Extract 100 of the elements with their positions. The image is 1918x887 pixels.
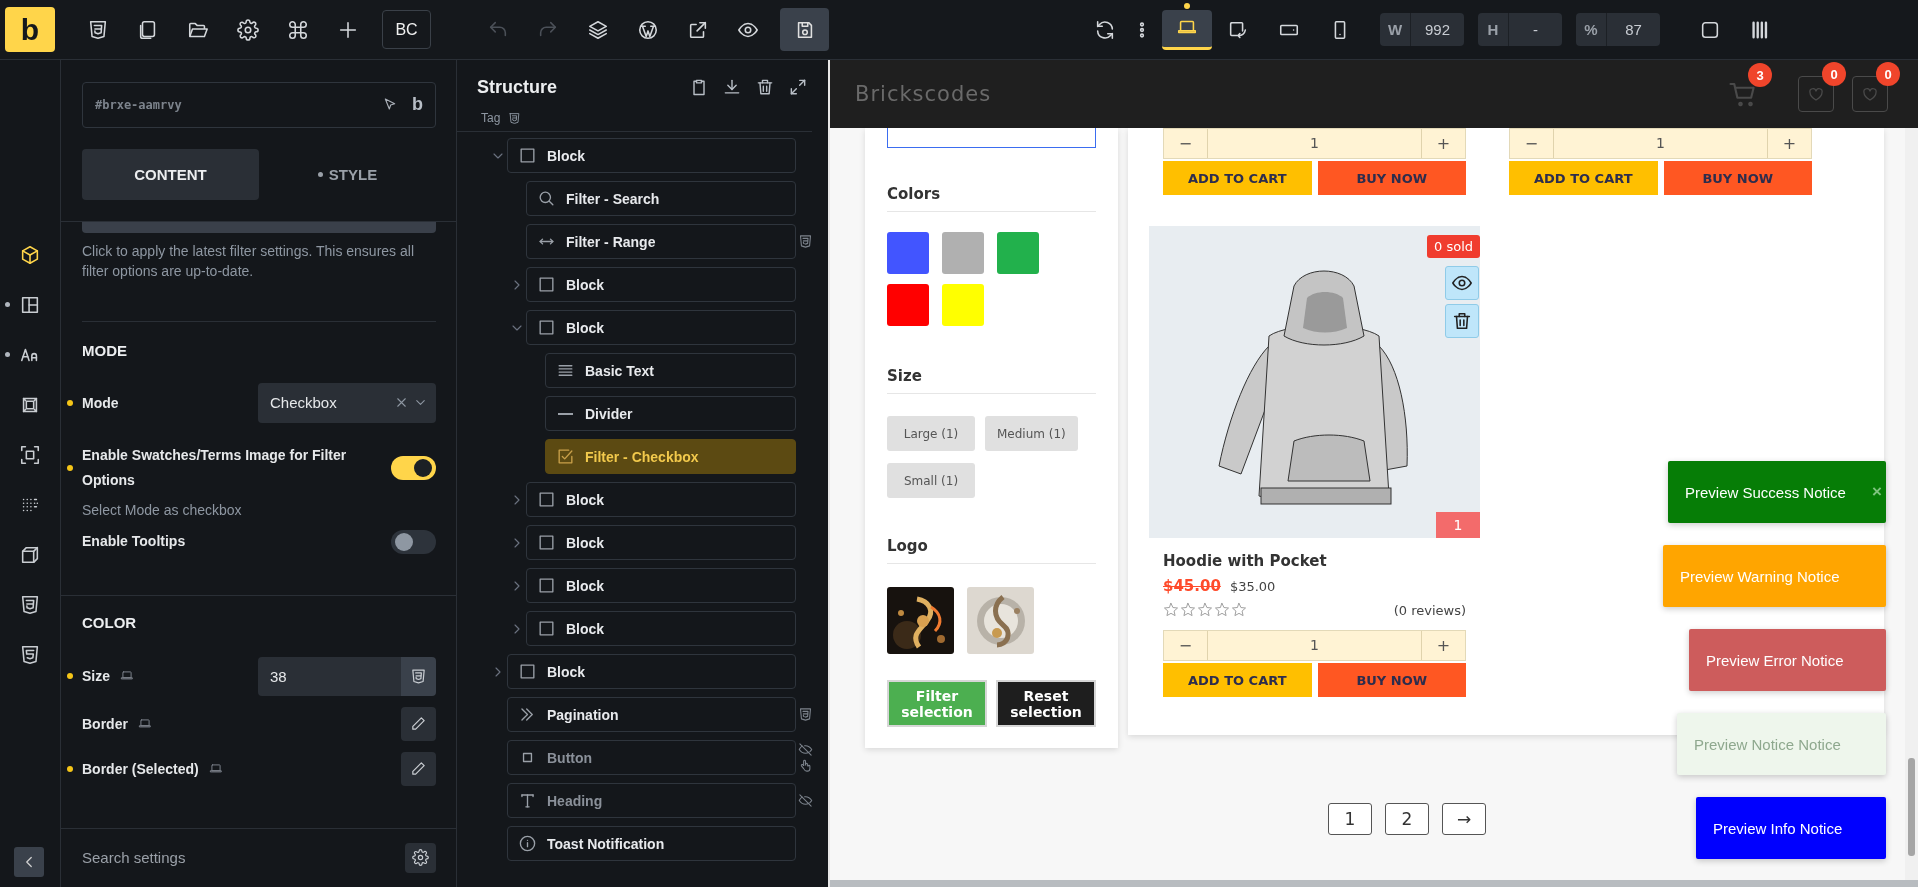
old-price: $45.00 (1163, 577, 1221, 595)
increase-button[interactable]: + (1422, 631, 1465, 660)
css-icon[interactable] (19, 594, 41, 616)
structure-item[interactable]: Block (526, 482, 796, 517)
structure-item[interactable]: Block (507, 654, 796, 689)
site-initials-button[interactable]: BC (382, 10, 431, 49)
notice-toast[interactable]: Preview Error Notice (1689, 629, 1886, 691)
increase-button[interactable]: + (1768, 129, 1811, 158)
size-option[interactable]: Small (1) (887, 463, 975, 498)
layers-icon[interactable] (587, 18, 609, 41)
buy-now-button[interactable]: BUY NOW (1317, 161, 1466, 195)
refresh-icon[interactable] (1094, 18, 1116, 41)
count-badge: 1 (1436, 512, 1480, 538)
remove-button[interactable] (1445, 304, 1479, 338)
structure-item[interactable]: Block (526, 267, 796, 302)
sizing-icon[interactable] (19, 444, 41, 466)
scrollbar[interactable] (1905, 128, 1918, 880)
structure-item[interactable]: Heading (507, 783, 796, 818)
review-count[interactable]: (0 reviews) (1393, 602, 1466, 618)
color-swatch[interactable] (942, 284, 984, 326)
structure-item[interactable]: Button (507, 740, 796, 775)
cube-icon[interactable] (19, 244, 41, 266)
page-button[interactable]: → (1442, 803, 1486, 835)
color-swatch[interactable] (997, 232, 1039, 274)
quick-view-button[interactable] (1445, 266, 1479, 300)
quantity-field[interactable]: 1 (1207, 631, 1422, 660)
css-icon (798, 707, 813, 722)
decrease-button[interactable]: − (1510, 129, 1553, 158)
dimension-field[interactable]: % 87 (1576, 13, 1660, 46)
structure-item[interactable]: Toast Notification (507, 826, 796, 861)
scrollbar[interactable] (830, 880, 1918, 887)
structure-item[interactable]: Divider (545, 396, 796, 431)
layout-icon[interactable] (19, 294, 41, 316)
product-title[interactable]: Hoodie with Pocket (1163, 551, 1466, 571)
size-input[interactable]: 38 (258, 656, 401, 696)
page-button[interactable]: 1 (1328, 803, 1372, 835)
collapse-button[interactable] (14, 847, 44, 877)
size-option[interactable]: Medium (1) (985, 416, 1078, 451)
decrease-button[interactable]: − (1164, 129, 1207, 158)
decrease-button[interactable]: − (1164, 631, 1207, 660)
color-swatch[interactable] (887, 232, 929, 274)
html-icon[interactable] (19, 644, 41, 666)
star-icon (1231, 602, 1247, 618)
expand-icon[interactable] (788, 77, 808, 97)
box-3d-icon[interactable] (19, 544, 41, 566)
modified-dot (5, 302, 10, 307)
toggle-switch[interactable] (391, 529, 436, 554)
mode-select[interactable]: Checkbox (258, 382, 436, 423)
increase-button[interactable]: + (1422, 129, 1465, 158)
structure-item[interactable]: Block (526, 568, 796, 603)
add-to-cart-button[interactable]: ADD TO CART (1163, 161, 1312, 195)
css-button[interactable] (401, 656, 436, 696)
structure-item[interactable]: Pagination (507, 697, 796, 732)
buy-now-button[interactable]: BUY NOW (1663, 161, 1812, 195)
structure-item[interactable]: Filter - Range (526, 224, 796, 259)
count-badge: 3 (1748, 63, 1772, 87)
save-button[interactable] (780, 8, 829, 51)
filter-button[interactable]: Reset selection (996, 680, 1096, 727)
quantity-field[interactable]: 1 (1553, 129, 1768, 158)
search-field[interactable] (887, 128, 1096, 148)
size-option[interactable]: Large (1) (887, 416, 975, 451)
structure-item[interactable]: Block (507, 138, 796, 173)
structure-item[interactable]: Basic Text (545, 353, 796, 388)
structure-item[interactable]: Filter - Checkbox (545, 439, 796, 474)
download-icon[interactable] (722, 77, 742, 97)
panel-tab[interactable]: CONTENT (82, 148, 259, 200)
structure-item[interactable]: Block (526, 525, 796, 560)
edit-button[interactable] (401, 706, 436, 741)
notice-toast[interactable]: Preview Info Notice (1696, 797, 1886, 859)
color-swatch[interactable] (942, 232, 984, 274)
search-settings-field[interactable]: Search settings (82, 849, 405, 867)
pointer-icon (382, 96, 398, 113)
add-to-cart-button[interactable]: ADD TO CART (1163, 663, 1312, 697)
color-swatch[interactable] (887, 284, 929, 326)
add-to-cart-button[interactable]: ADD TO CART (1509, 161, 1658, 195)
structure-item[interactable]: Block (526, 611, 796, 646)
eye-off-icon[interactable] (798, 742, 813, 757)
structure-item[interactable]: Block (526, 310, 796, 345)
css-icon[interactable] (87, 18, 109, 41)
page-button[interactable]: 2 (1385, 803, 1429, 835)
toggle-switch[interactable] (391, 455, 436, 480)
edit-button[interactable] (401, 751, 436, 786)
notice-toast[interactable]: Preview Success Notice × (1668, 461, 1886, 523)
element-id-field[interactable]: #brxe-aamrvy b (82, 82, 436, 128)
settings-button[interactable] (405, 842, 436, 873)
eye-off-icon[interactable] (798, 793, 813, 808)
star-icon (1214, 602, 1230, 618)
wordpress-icon[interactable] (637, 18, 659, 41)
panel-tab[interactable]: STYLE (259, 148, 436, 200)
structure-item[interactable]: Filter - Search (526, 181, 796, 216)
command-icon[interactable] (287, 18, 309, 41)
dimension-field[interactable]: H - (1478, 13, 1562, 46)
setting-label: Enable Tooltips (82, 532, 186, 551)
delete-icon[interactable] (755, 77, 775, 97)
app-logo[interactable]: b (5, 7, 55, 52)
quantity-field[interactable]: 1 (1207, 129, 1422, 158)
settings-icon[interactable] (237, 18, 259, 41)
pencil-icon (410, 715, 427, 732)
buy-now-button[interactable]: BUY NOW (1317, 663, 1466, 697)
dimension-field[interactable]: W 992 (1380, 13, 1464, 46)
